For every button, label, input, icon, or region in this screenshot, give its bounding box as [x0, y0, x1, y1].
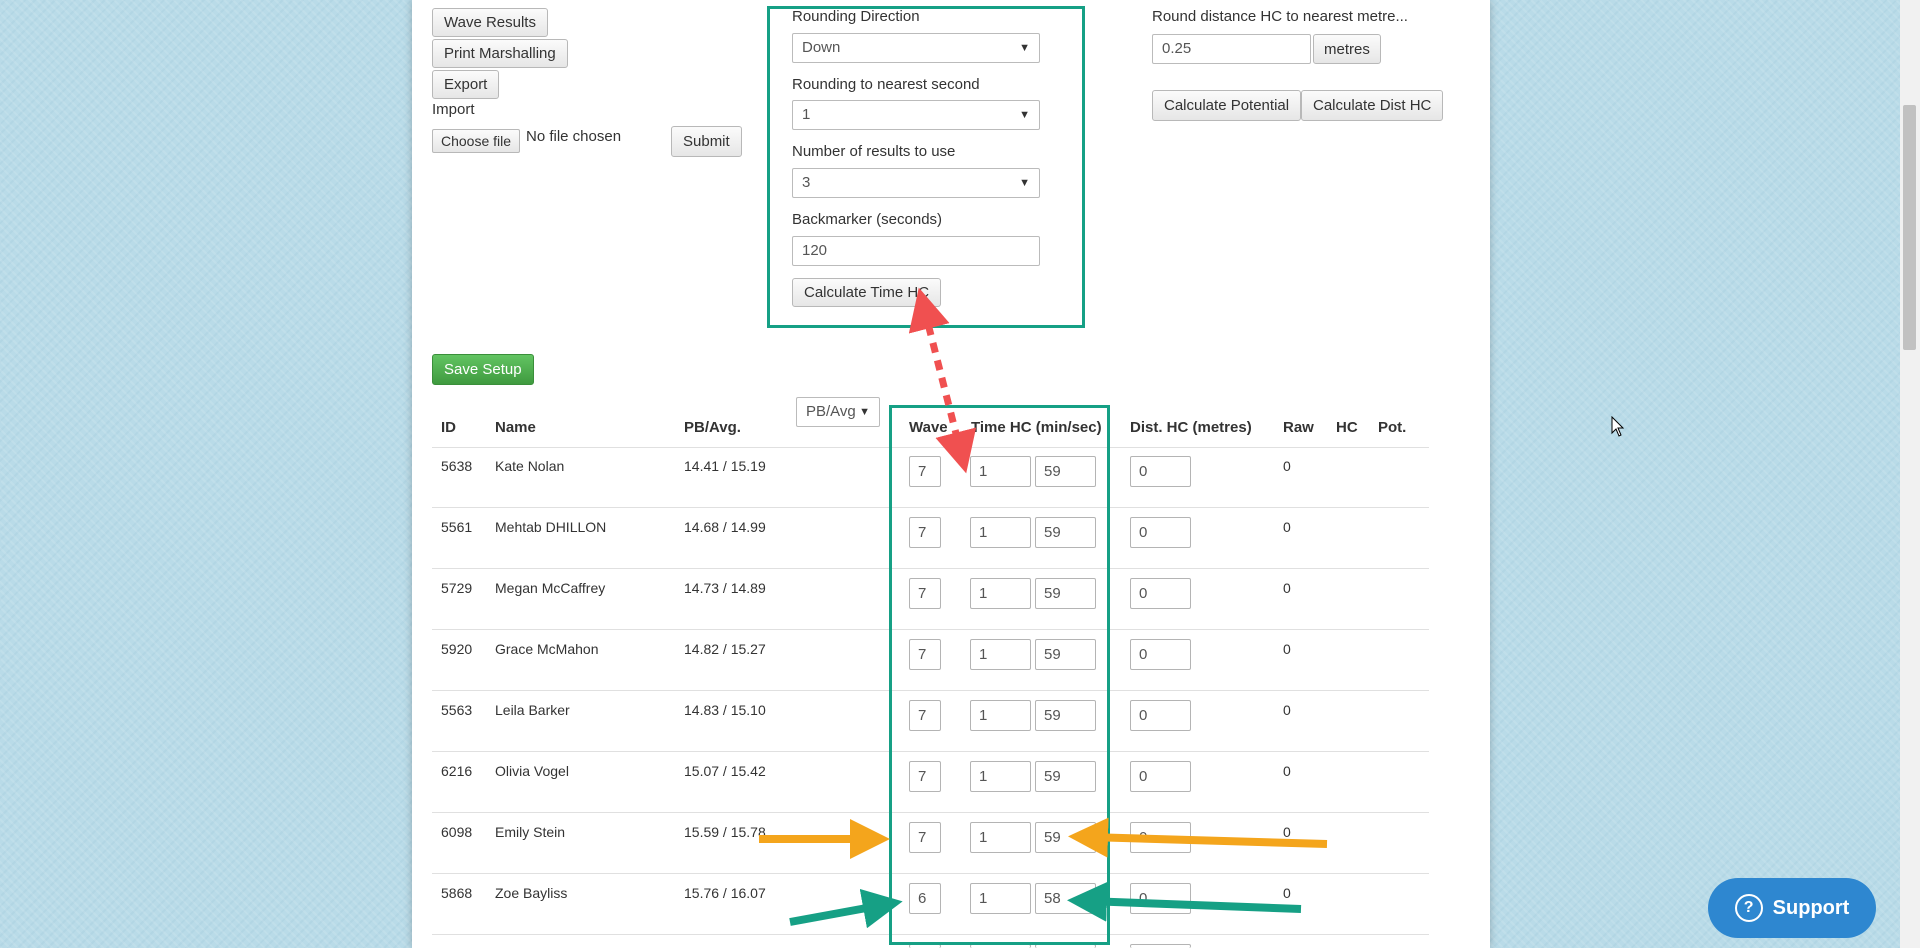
support-button[interactable]: ? Support — [1708, 878, 1876, 938]
annotation-arrows — [759, 287, 1328, 929]
scrollbar-thumb[interactable] — [1903, 105, 1916, 350]
support-label: Support — [1772, 896, 1850, 919]
red-dotted-arrow — [908, 287, 977, 474]
teal-arrow-wave — [789, 888, 903, 929]
teal-arrow-sec — [1067, 881, 1302, 922]
mouse-cursor-icon — [1611, 416, 1625, 437]
orange-arrow-sec — [1068, 817, 1328, 858]
help-icon: ? — [1734, 894, 1763, 922]
